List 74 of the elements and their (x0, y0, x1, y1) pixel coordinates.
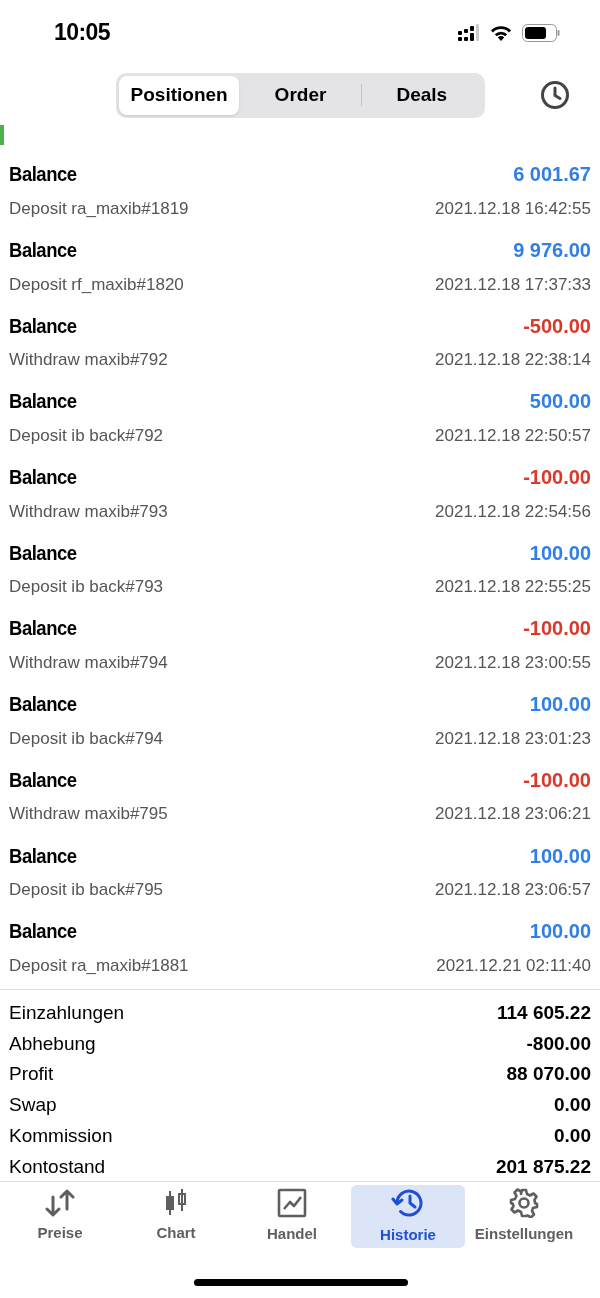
deal-amount: 500.00 (529, 389, 591, 415)
deal-time: 2021.12.18 23:01:23 (435, 727, 591, 750)
deal-amount: 100.00 (529, 540, 591, 566)
deal-comment: Deposit ib back#794 (9, 727, 164, 750)
deal-title: Balance (9, 615, 77, 642)
deal-title: Balance (9, 464, 77, 491)
segment-tab[interactable]: Deals (361, 75, 482, 115)
status-time: 10:05 (54, 18, 110, 48)
deal-time: 2021.12.18 22:38:14 (435, 349, 591, 372)
deal-title: Balance (9, 691, 77, 718)
deal-comment: Deposit ib back#793 (9, 576, 164, 599)
deal-comment: Deposit ra_maxib#1819 (9, 197, 189, 220)
history-clock-icon[interactable] (540, 80, 570, 110)
deal-time: 2021.12.18 23:00:55 (435, 651, 591, 674)
deal-amount: -100.00 (523, 616, 591, 642)
deal-comment: Withdraw maxib#795 (9, 803, 168, 826)
cellular-signal-icon (458, 24, 480, 41)
candlestick-icon (164, 1188, 188, 1217)
summary-value: 114 605.22 (496, 1000, 591, 1025)
deal-title: Balance (9, 312, 77, 339)
wifi-icon (490, 24, 512, 41)
summary-value: 88 070.00 (506, 1062, 591, 1087)
deal-time: 2021.12.18 22:55:25 (435, 576, 591, 599)
deal-amount: 100.00 (529, 843, 591, 869)
up-down-arrows-icon (44, 1188, 76, 1217)
summary-label: Kommission (9, 1123, 113, 1148)
summary-value: 201 875.22 (495, 1154, 591, 1179)
deal-time: 2021.12.18 22:50:57 (435, 424, 591, 447)
deal-amount: 100.00 (529, 692, 591, 718)
summary-value: 0.00 (554, 1123, 591, 1148)
summary-label: Swap (9, 1093, 57, 1118)
deal-comment: Deposit ib back#792 (9, 424, 164, 447)
deal-comment: Deposit ib back#795 (9, 879, 164, 902)
deal-title: Balance (9, 842, 77, 869)
summary-label: Einzahlungen (9, 1000, 125, 1025)
deal-amount: 6 001.67 (513, 162, 591, 188)
deal-title: Balance (9, 766, 77, 793)
summary-label: Abhebung (9, 1031, 96, 1056)
deal-comment: Withdraw maxib#793 (9, 500, 168, 523)
deal-title: Balance (9, 388, 77, 415)
deal-amount: -500.00 (523, 313, 591, 339)
deal-title: Balance (9, 918, 77, 945)
tab-bar-item[interactable]: Preise (3, 1185, 117, 1248)
deal-title: Balance (9, 161, 77, 188)
deal-amount: -100.00 (523, 767, 591, 793)
tab-bar-item[interactable]: Handel (235, 1185, 349, 1248)
deal-amount: 9 976.00 (513, 238, 591, 264)
deal-comment: Withdraw maxib#792 (9, 349, 168, 372)
summary-value: 0.00 (554, 1093, 591, 1118)
deal-title: Balance (9, 539, 77, 566)
summary-label: Kontostand (9, 1154, 106, 1179)
battery-icon (522, 23, 560, 42)
deal-time: 2021.12.18 23:06:57 (435, 879, 591, 902)
tab-bar-item[interactable]: Einstellungen (467, 1185, 581, 1248)
tab-bar-item[interactable]: Historie (351, 1185, 465, 1248)
deal-comment: Deposit rf_maxib#1820 (9, 273, 184, 296)
line-chart-icon (277, 1187, 307, 1218)
deal-time: 2021.12.18 16:42:55 (435, 197, 591, 220)
deal-amount: -100.00 (523, 465, 591, 491)
segment-tab[interactable]: Positionen (119, 75, 240, 115)
deal-time: 2021.12.18 23:06:21 (435, 803, 591, 826)
deal-time: 2021.12.21 02:11:40 (436, 954, 591, 977)
summary-value: -800.00 (526, 1031, 591, 1056)
deal-time: 2021.12.18 17:37:33 (435, 273, 591, 296)
deal-comment: Deposit ra_maxib#1881 (9, 954, 189, 977)
deal-time: 2021.12.18 22:54:56 (435, 500, 591, 523)
deal-amount: 100.00 (529, 919, 591, 945)
deal-title: Balance (9, 237, 77, 264)
deal-comment: Withdraw maxib#794 (9, 651, 168, 674)
summary-label: Profit (9, 1062, 54, 1087)
segment-tab[interactable]: Order (240, 75, 361, 115)
settings-icon (509, 1187, 539, 1218)
tab-bar-item[interactable]: Chart (119, 1185, 233, 1248)
position-marker (0, 125, 4, 145)
